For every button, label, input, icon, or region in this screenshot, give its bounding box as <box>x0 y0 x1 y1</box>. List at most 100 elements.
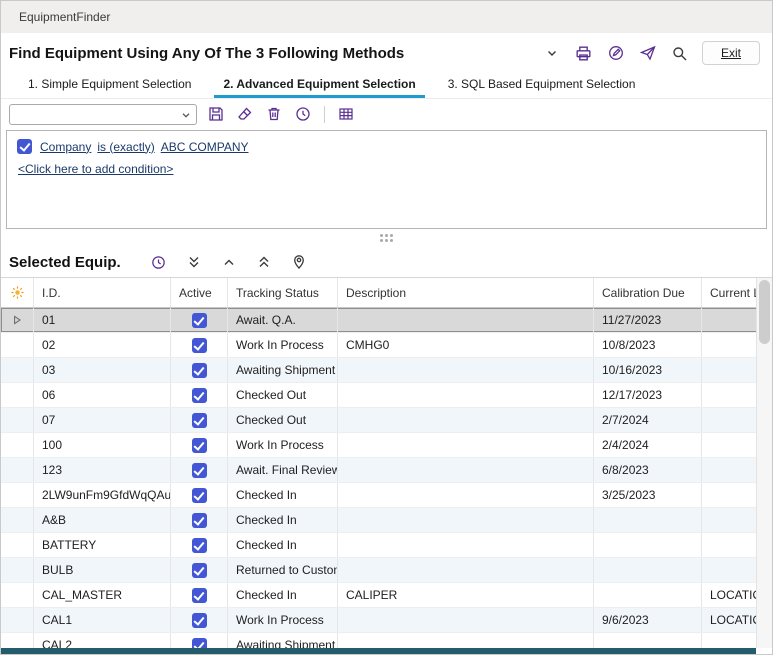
active-checkbox-icon[interactable] <box>192 338 207 353</box>
tab-sql-based-equipment-selection[interactable]: 3. SQL Based Equipment Selection <box>439 72 645 98</box>
table-row[interactable]: CAL2Awaiting Shipment <box>1 633 756 648</box>
column-header-calibration-due[interactable]: Calibration Due <box>594 278 702 307</box>
cell-active[interactable] <box>171 533 228 557</box>
add-condition-link[interactable]: <Click here to add condition> <box>18 162 173 176</box>
column-header-tracking-status[interactable]: Tracking Status <box>228 278 338 307</box>
row-selector[interactable] <box>1 333 34 357</box>
table-row[interactable]: 02Work In ProcessCMHG010/8/2023 <box>1 333 756 358</box>
active-checkbox-icon[interactable] <box>192 563 207 578</box>
double-chevron-down-icon[interactable] <box>184 252 204 272</box>
condition-operator-link[interactable]: is (exactly) <box>97 140 154 154</box>
cell-active[interactable] <box>171 358 228 382</box>
cell-description <box>338 508 594 532</box>
active-checkbox-icon[interactable] <box>192 538 207 553</box>
grid-corner-button[interactable] <box>1 278 34 307</box>
location-pin-icon[interactable] <box>289 252 309 272</box>
active-checkbox-icon[interactable] <box>192 463 207 478</box>
active-checkbox-icon[interactable] <box>192 388 207 403</box>
active-checkbox-icon[interactable] <box>192 588 207 603</box>
row-selector[interactable] <box>1 308 34 332</box>
edit-circle-icon[interactable] <box>606 43 626 63</box>
row-selector[interactable] <box>1 383 34 407</box>
condition-checkbox-icon[interactable] <box>17 139 32 154</box>
active-checkbox-icon[interactable] <box>192 413 207 428</box>
tab-simple-equipment-selection[interactable]: 1. Simple Equipment Selection <box>19 72 200 98</box>
table-row[interactable]: 03Awaiting Shipment10/16/2023 <box>1 358 756 383</box>
page-title: Find Equipment Using Any Of The 3 Follow… <box>9 45 404 62</box>
eraser-icon[interactable] <box>235 104 255 124</box>
table-row[interactable]: 2LW9unFm9GfdWqQAuiFChecked In3/25/2023 <box>1 483 756 508</box>
vertical-scrollbar-thumb[interactable] <box>759 280 770 344</box>
table-row[interactable]: 01Await. Q.A.11/27/2023 <box>1 308 756 333</box>
horizontal-scrollbar[interactable] <box>1 648 756 654</box>
table-row[interactable]: CAL_MASTERChecked InCALIPERLOCATION 1 <box>1 583 756 608</box>
cell-active[interactable] <box>171 508 228 532</box>
table-row[interactable]: BATTERYChecked In <box>1 533 756 558</box>
condition-field-link[interactable]: Company <box>40 140 91 154</box>
table-row[interactable]: 06Checked Out12/17/2023 <box>1 383 756 408</box>
history-clock-icon[interactable] <box>293 104 313 124</box>
active-checkbox-icon[interactable] <box>192 638 207 649</box>
cell-current-location <box>702 308 756 332</box>
exit-button[interactable]: Exit <box>702 41 760 65</box>
row-selector[interactable] <box>1 608 34 632</box>
column-header-active[interactable]: Active <box>171 278 228 307</box>
column-header-current-location[interactable]: Current Location <box>702 278 756 307</box>
combo-chevron-down-icon[interactable] <box>180 108 192 126</box>
cell-description <box>338 458 594 482</box>
row-selector[interactable] <box>1 533 34 557</box>
row-selector[interactable] <box>1 633 34 648</box>
vertical-scrollbar[interactable] <box>756 278 772 648</box>
cell-active[interactable] <box>171 308 228 332</box>
trash-icon[interactable] <box>264 104 284 124</box>
table-row[interactable]: CAL1Work In Process9/6/2023LOCATION 1 <box>1 608 756 633</box>
cell-active[interactable] <box>171 383 228 407</box>
chevron-down-icon[interactable] <box>542 43 562 63</box>
tab-advanced-equipment-selection[interactable]: 2. Advanced Equipment Selection <box>214 72 424 98</box>
cell-active[interactable] <box>171 558 228 582</box>
print-icon[interactable] <box>574 43 594 63</box>
table-row[interactable]: A&BChecked In <box>1 508 756 533</box>
row-selector[interactable] <box>1 558 34 582</box>
active-checkbox-icon[interactable] <box>192 438 207 453</box>
grid-icon[interactable] <box>336 104 356 124</box>
chevron-up-icon[interactable] <box>219 252 239 272</box>
cell-calibration-due <box>594 633 702 648</box>
cell-active[interactable] <box>171 608 228 632</box>
table-row[interactable]: 100Work In Process2/4/2024 <box>1 433 756 458</box>
search-icon[interactable] <box>670 43 690 63</box>
row-selector[interactable] <box>1 458 34 482</box>
double-chevron-up-icon[interactable] <box>254 252 274 272</box>
cell-active[interactable] <box>171 458 228 482</box>
active-checkbox-icon[interactable] <box>192 363 207 378</box>
row-selector[interactable] <box>1 408 34 432</box>
cell-active[interactable] <box>171 633 228 648</box>
cell-active[interactable] <box>171 433 228 457</box>
column-header-description[interactable]: Description <box>338 278 594 307</box>
cell-active[interactable] <box>171 408 228 432</box>
table-row[interactable]: 123Await. Final Review6/8/2023 <box>1 458 756 483</box>
table-row[interactable]: 07Checked Out2/7/2024 <box>1 408 756 433</box>
splitter-handle[interactable] <box>1 229 772 247</box>
active-checkbox-icon[interactable] <box>192 513 207 528</box>
clock-icon[interactable] <box>149 252 169 272</box>
row-selector[interactable] <box>1 583 34 607</box>
cell-active[interactable] <box>171 333 228 357</box>
cell-tracking-status: Await. Q.A. <box>228 308 338 332</box>
row-selector[interactable] <box>1 358 34 382</box>
saved-filter-combobox[interactable] <box>9 104 197 125</box>
column-header-id[interactable]: I.D. <box>34 278 171 307</box>
cell-active[interactable] <box>171 483 228 507</box>
table-row[interactable]: BULBReturned to Customer <box>1 558 756 583</box>
saved-filter-input[interactable] <box>10 105 196 124</box>
condition-value-link[interactable]: ABC COMPANY <box>161 140 249 154</box>
send-icon[interactable] <box>638 43 658 63</box>
row-selector[interactable] <box>1 483 34 507</box>
save-icon[interactable] <box>206 104 226 124</box>
active-checkbox-icon[interactable] <box>192 488 207 503</box>
active-checkbox-icon[interactable] <box>192 313 207 328</box>
row-selector[interactable] <box>1 508 34 532</box>
active-checkbox-icon[interactable] <box>192 613 207 628</box>
row-selector[interactable] <box>1 433 34 457</box>
cell-active[interactable] <box>171 583 228 607</box>
